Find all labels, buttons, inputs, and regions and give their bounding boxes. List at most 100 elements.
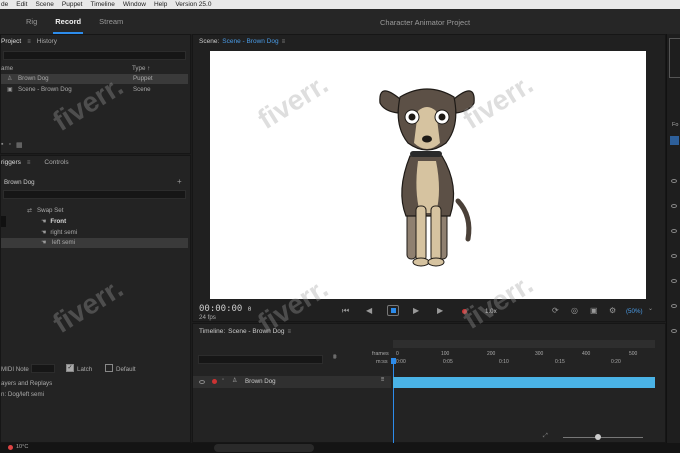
triggers-search-input[interactable] xyxy=(3,190,186,199)
taskbar-search[interactable] xyxy=(214,444,314,452)
go-to-start-icon[interactable]: ⏮ xyxy=(342,306,349,316)
list-item-scene[interactable]: ▣ Scene - Brown Dog Scene xyxy=(1,85,188,95)
layers-replays-label: ayers and Replays xyxy=(1,380,53,387)
audio-icon[interactable]: ◎ xyxy=(571,306,578,315)
latch-label: Latch xyxy=(77,366,93,373)
playhead[interactable] xyxy=(391,358,396,443)
chevron-down-icon[interactable]: ⌄ xyxy=(648,305,653,312)
swap-set-row[interactable]: ⇄ Swap Set xyxy=(27,207,63,214)
import-icon[interactable]: ▦ xyxy=(16,141,23,149)
playhead-handle[interactable] xyxy=(391,358,396,364)
latch-checkbox[interactable]: ✓ xyxy=(66,364,74,372)
panel-menu-icon[interactable]: ≡ xyxy=(27,160,31,166)
time-tick: 0:20 xyxy=(611,359,621,365)
tab-triggers[interactable]: riggers xyxy=(1,159,21,166)
workspace-tab-record[interactable]: Record xyxy=(53,13,83,34)
menu-item-window[interactable]: Window xyxy=(123,1,146,8)
track-options-icon[interactable]: ⩩ xyxy=(381,377,384,384)
scene-stage[interactable] xyxy=(210,51,646,299)
weather-icon xyxy=(8,445,13,450)
frame-tick: 200 xyxy=(487,351,496,357)
timeline-ruler[interactable]: 0 100 200 300 400 500 0:00 0:05 0:10 0:1… xyxy=(393,340,655,366)
add-trigger-icon[interactable]: + xyxy=(177,177,182,186)
stop-icon xyxy=(391,308,396,313)
workspace-tab-stream[interactable]: Stream xyxy=(97,13,125,30)
workspace-bar: Rig Record Stream xyxy=(0,9,680,34)
timeline-label: Timeline: xyxy=(199,328,226,335)
panel-menu-icon[interactable]: ≡ xyxy=(282,39,286,45)
sort-arrow-icon: ↑ xyxy=(147,65,151,72)
swap-item-label: right semi xyxy=(50,229,78,236)
frame-tick: 400 xyxy=(582,351,591,357)
tab-project[interactable]: Project xyxy=(1,38,21,45)
eye-icon[interactable] xyxy=(671,204,677,208)
settings-icon[interactable]: ⚙ xyxy=(609,306,616,315)
scene-icon: ▣ xyxy=(7,87,13,93)
zoom-level[interactable]: (50%) xyxy=(626,308,643,315)
play-icon[interactable]: ▶ xyxy=(413,306,419,315)
eye-icon[interactable] xyxy=(671,179,677,183)
loop-icon[interactable]: ⟳ xyxy=(552,306,559,315)
frame-tick: 0 xyxy=(396,351,399,357)
tab-history[interactable]: History xyxy=(37,38,57,45)
work-area-bar[interactable] xyxy=(393,340,655,348)
timeline-scene-name[interactable]: Scene - Brown Dog xyxy=(228,328,284,335)
swap-item-front[interactable]: ☚ Front xyxy=(41,218,66,225)
menu-item-edit[interactable]: Edit xyxy=(16,1,27,8)
user-icon[interactable] xyxy=(670,136,679,145)
eye-icon[interactable] xyxy=(671,279,677,283)
timeline-zoom-slider[interactable] xyxy=(563,434,643,440)
default-label: Default xyxy=(116,366,136,373)
zoom-out-icon[interactable]: ⤢ xyxy=(543,433,548,440)
eye-icon[interactable] xyxy=(671,254,677,258)
track-clip-bar[interactable] xyxy=(393,377,655,388)
eye-icon[interactable] xyxy=(671,304,677,308)
step-back-icon[interactable]: ◀ xyxy=(366,306,372,315)
frame-tick: 100 xyxy=(441,351,450,357)
step-forward-icon[interactable]: ▶ xyxy=(437,306,443,315)
camera-icon[interactable]: ▣ xyxy=(590,306,598,315)
swap-item-right-semi[interactable]: ☚ right semi xyxy=(41,229,77,236)
record-arm-icon[interactable] xyxy=(212,379,217,384)
eye-icon[interactable] xyxy=(671,229,677,233)
menu-item-help[interactable]: Help xyxy=(154,1,167,8)
menu-item-puppet[interactable]: Puppet xyxy=(62,1,83,8)
track-row[interactable]: ▫ ♙ Brown Dog ⩩ xyxy=(193,376,391,388)
menu-item-file[interactable]: de xyxy=(1,1,8,8)
record-icon[interactable] xyxy=(462,309,467,314)
scene-name[interactable]: Scene - Brown Dog xyxy=(222,38,278,45)
panel-menu-icon[interactable]: ≡ xyxy=(288,329,292,335)
eye-icon[interactable] xyxy=(671,329,677,333)
swap-set-label: Swap Set xyxy=(36,207,64,214)
menu-item-version[interactable]: Version 25.0 xyxy=(175,1,211,8)
list-item-name: Scene - Brown Dog xyxy=(18,86,72,93)
list-item-brown-dog[interactable]: ♙ Brown Dog Puppet xyxy=(1,74,188,84)
lock-icon[interactable]: ▫ xyxy=(222,377,224,383)
tab-controls[interactable]: Controls xyxy=(44,159,68,166)
column-header-type[interactable]: Type ↑ xyxy=(132,65,150,72)
playback-speed[interactable]: 1.0x xyxy=(485,308,497,315)
column-header-name[interactable]: ame xyxy=(1,65,13,72)
folder-icon[interactable]: ▪ xyxy=(1,141,3,149)
time-tick: 0:15 xyxy=(555,359,565,365)
menu-item-timeline[interactable]: Timeline xyxy=(90,1,114,8)
project-search-input[interactable] xyxy=(3,51,186,60)
workspace-tab-rig[interactable]: Rig xyxy=(24,13,39,30)
list-item-type: Scene xyxy=(133,86,151,93)
timecode-display[interactable]: 00:00:00 0 xyxy=(199,304,251,314)
new-item-icon[interactable]: ▫ xyxy=(8,141,10,149)
frame-tick: 300 xyxy=(535,351,544,357)
menu-item-scene[interactable]: Scene xyxy=(35,1,53,8)
eye-icon[interactable] xyxy=(199,380,205,384)
slider-handle[interactable] xyxy=(595,434,601,440)
tracks-icon[interactable]: ⩩ xyxy=(333,354,337,362)
panel-menu-icon[interactable]: ≡ xyxy=(27,39,31,45)
swap-item-left-semi[interactable]: ☚ left semi xyxy=(1,238,188,248)
midi-note-field[interactable] xyxy=(31,364,55,373)
column-type-label: Type xyxy=(132,65,146,72)
weather-temp[interactable]: 10°C xyxy=(16,444,28,450)
stop-button[interactable] xyxy=(387,305,399,316)
default-checkbox[interactable] xyxy=(105,364,113,372)
timeline-search-input[interactable] xyxy=(198,355,323,364)
scene-label: Scene: xyxy=(199,38,220,45)
